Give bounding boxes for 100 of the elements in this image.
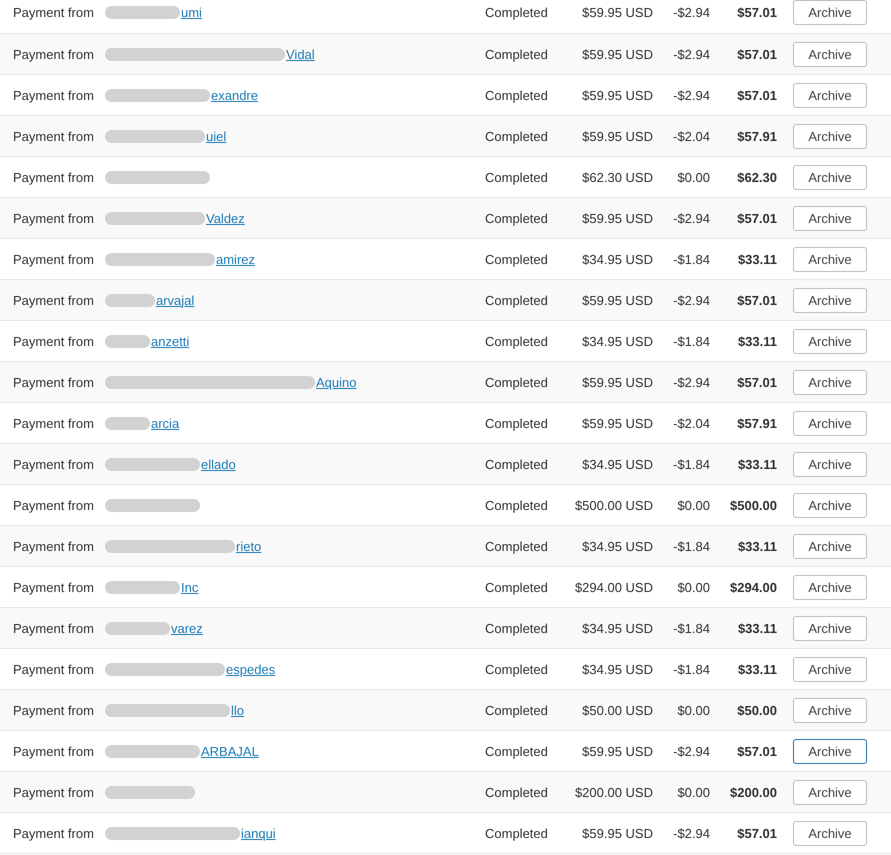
payer-link[interactable]: Inc	[181, 580, 198, 594]
archive-button[interactable]: Archive	[793, 452, 867, 476]
payment-label: Payment from	[13, 374, 94, 390]
payment-label: Payment from	[13, 128, 94, 144]
archive-button[interactable]: Archive	[793, 698, 867, 722]
status-text: Completed	[485, 744, 548, 758]
fee-text: -$2.94	[673, 826, 710, 840]
amount-text: $59.95 USD	[582, 374, 653, 390]
payment-label: Payment from	[13, 5, 94, 20]
payer-link[interactable]: amirez	[216, 252, 256, 266]
payer-link[interactable]: Valdez	[206, 210, 245, 226]
status-text: Completed	[485, 620, 548, 636]
net-amount: $33.11	[738, 252, 777, 266]
fee-text: -$2.94	[673, 210, 710, 226]
payer-link[interactable]: varez	[171, 620, 203, 636]
amount-text: $34.95 USD	[582, 334, 653, 348]
net-amount: $57.01	[737, 46, 777, 62]
payer-link[interactable]: espedes	[226, 662, 276, 676]
fee-text: -$2.94	[673, 88, 710, 102]
payment-label: Payment from	[13, 826, 94, 840]
archive-button[interactable]: Archive	[793, 370, 867, 394]
archive-button[interactable]: Archive	[793, 328, 867, 354]
status-text: Completed	[485, 292, 548, 308]
status-text: Completed	[485, 5, 548, 20]
archive-button[interactable]: Archive	[793, 616, 867, 640]
amount-text: $200.00 USD	[574, 784, 653, 800]
archive-button[interactable]: Archive	[793, 82, 867, 108]
archive-button[interactable]: Archive	[793, 820, 867, 846]
net-amount: $33.11	[738, 334, 777, 348]
payer-link[interactable]: uiel	[206, 128, 226, 144]
archive-button[interactable]: Archive	[793, 0, 867, 25]
payment-label: Payment from	[13, 620, 94, 636]
net-amount: $294.00	[730, 580, 777, 594]
archive-button[interactable]: Archive	[793, 738, 867, 764]
status-text: Completed	[485, 538, 548, 554]
amount-text: $59.95 USD	[582, 88, 653, 102]
fee-text: -$2.94	[673, 5, 710, 20]
archive-button[interactable]: Archive	[793, 164, 867, 190]
payment-label: Payment from	[13, 538, 94, 554]
net-amount: $33.11	[738, 456, 777, 472]
fee-text: $0.00	[677, 702, 710, 718]
payer-link[interactable]: anzetti	[151, 334, 190, 348]
status-text: Completed	[485, 210, 548, 226]
net-amount: $57.91	[737, 128, 777, 144]
amount-text: $34.95 USD	[582, 456, 653, 472]
payer-link[interactable]: Aquino	[316, 374, 356, 390]
payer-link[interactable]: rieto	[236, 538, 262, 554]
archive-button[interactable]: Archive	[793, 780, 867, 804]
fee-text: $0.00	[677, 170, 710, 184]
status-text: Completed	[485, 784, 548, 800]
payer-link[interactable]: arvajal	[156, 292, 194, 308]
payer-link[interactable]: arcia	[151, 416, 180, 430]
payer-link[interactable]: llo	[231, 702, 244, 718]
archive-button[interactable]: Archive	[793, 42, 867, 66]
fee-text: -$1.84	[673, 334, 710, 348]
payment-label: Payment from	[13, 334, 94, 348]
net-amount: $57.91	[737, 416, 777, 430]
archive-button[interactable]: Archive	[793, 206, 867, 230]
archive-button[interactable]: Archive	[793, 534, 867, 558]
payer-link[interactable]: ARBAJAL	[201, 744, 259, 758]
payment-label: Payment from	[13, 744, 94, 758]
amount-text: $59.95 USD	[582, 826, 653, 840]
status-text: Completed	[485, 826, 548, 840]
fee-text: -$2.04	[673, 128, 710, 144]
fee-text: -$2.94	[673, 46, 710, 62]
amount-text: $500.00 USD	[574, 498, 653, 512]
payer-link[interactable]: ianqui	[241, 826, 276, 840]
payment-label: Payment from	[13, 292, 94, 308]
archive-button[interactable]: Archive	[793, 656, 867, 682]
payer-link[interactable]: ellado	[201, 456, 236, 472]
net-amount: $33.11	[738, 538, 777, 554]
status-text: Completed	[485, 46, 548, 62]
redaction-mark	[105, 622, 170, 634]
amount-text: $59.95 USD	[582, 210, 653, 226]
payment-label: Payment from	[13, 416, 94, 430]
amount-text: $59.95 USD	[582, 46, 653, 62]
amount-text: $34.95 USD	[582, 252, 653, 266]
payment-label: Payment from	[13, 170, 94, 184]
payer-link[interactable]: Vidal	[286, 46, 315, 62]
archive-button[interactable]: Archive	[793, 288, 867, 312]
status-text: Completed	[485, 662, 548, 676]
redaction-mark	[105, 294, 155, 306]
archive-button[interactable]: Archive	[793, 410, 867, 436]
payer-link[interactable]: exandre	[211, 88, 258, 102]
archive-button[interactable]: Archive	[793, 492, 867, 518]
archive-button[interactable]: Archive	[793, 246, 867, 272]
status-text: Completed	[485, 252, 548, 266]
archive-button[interactable]: Archive	[793, 124, 867, 148]
archive-button[interactable]: Archive	[793, 574, 867, 600]
fee-text: $0.00	[677, 580, 710, 594]
payment-label: Payment from	[13, 252, 94, 266]
net-amount: $57.01	[737, 292, 777, 308]
payer-link[interactable]: umi	[181, 5, 202, 20]
payment-label: Payment from	[13, 210, 94, 226]
net-amount: $57.01	[737, 88, 777, 102]
net-amount: $50.00	[737, 702, 777, 718]
status-text: Completed	[485, 88, 548, 102]
fee-text: -$1.84	[673, 456, 710, 472]
net-amount: $57.01	[737, 210, 777, 226]
amount-text: $50.00 USD	[582, 702, 653, 718]
